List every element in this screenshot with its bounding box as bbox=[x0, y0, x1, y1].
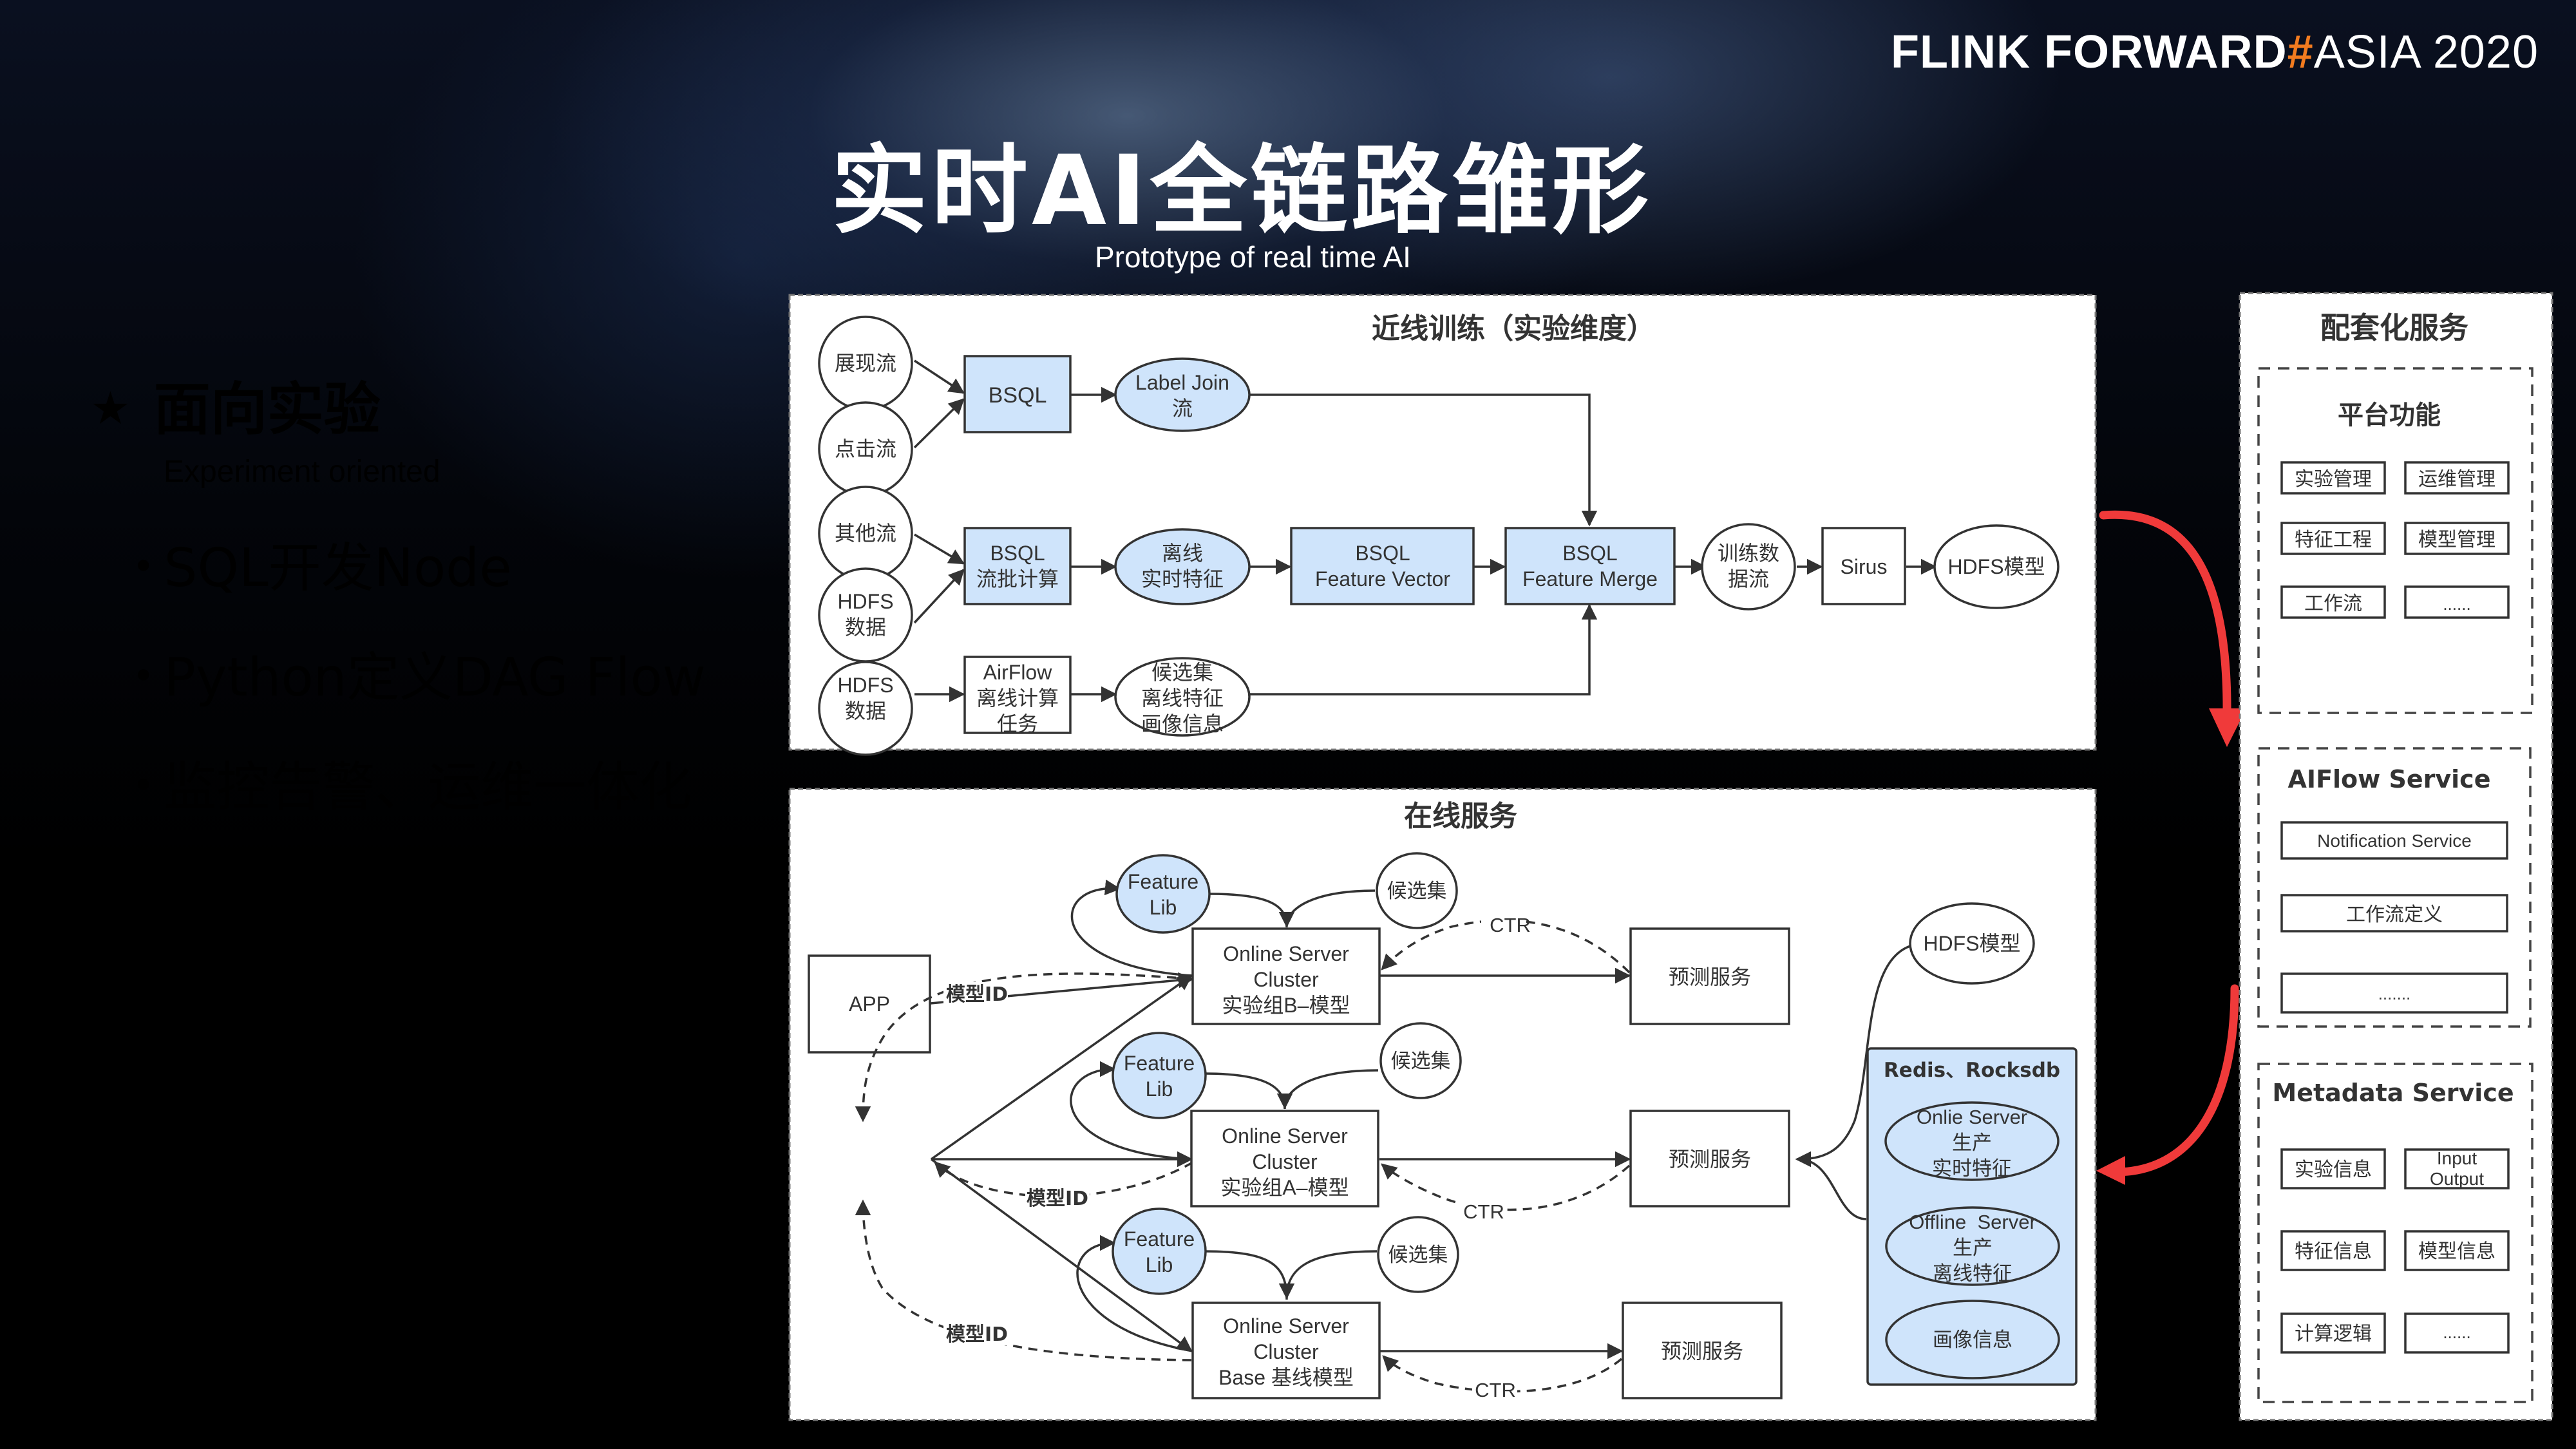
node-label: Feature bbox=[1124, 1052, 1195, 1075]
edge-candidate-cluster bbox=[1276, 1069, 1379, 1110]
item-label: 运维管理 bbox=[2418, 469, 2496, 490]
node-label: 实验组B–模型 bbox=[1222, 994, 1350, 1017]
item-label: 工作流 bbox=[2304, 593, 2362, 614]
item-label: 实验信息 bbox=[2295, 1159, 2372, 1180]
item-label: ....... bbox=[2378, 984, 2411, 1003]
node-label: HDFS模型 bbox=[1923, 932, 2020, 955]
node-label: 离线特征 bbox=[1933, 1262, 2012, 1285]
item-label: Output bbox=[2430, 1169, 2484, 1189]
edge-featurelib-cluster bbox=[1204, 1250, 1288, 1300]
node-label: 实时特征 bbox=[1932, 1157, 2012, 1180]
node-label: 画像信息 bbox=[1933, 1329, 2012, 1351]
node-label: Onlie Server bbox=[1917, 1106, 2027, 1128]
node-label: Cluster bbox=[1252, 1150, 1318, 1173]
ctr-label: CTR bbox=[1490, 914, 1531, 936]
node-label: 生产 bbox=[1952, 1132, 1992, 1154]
item-label: Notification Service bbox=[2317, 831, 2472, 851]
node-label: Offline Server bbox=[1909, 1211, 2036, 1233]
edge-featurelib-cluster bbox=[1204, 1072, 1286, 1110]
aiflow-title: AIFlow Service bbox=[2288, 765, 2491, 793]
node-label: 实验组A–模型 bbox=[1220, 1176, 1349, 1199]
model-id-label: 模型ID bbox=[946, 983, 1008, 1006]
model-id-label: 模型ID bbox=[946, 1323, 1008, 1346]
node-label: 预测服务 bbox=[1669, 1148, 1751, 1171]
node-label: Online Server bbox=[1223, 942, 1349, 965]
node-label: Base 基线模型 bbox=[1218, 1366, 1354, 1389]
red-arrow-left-head bbox=[2096, 1156, 2125, 1185]
metadata-title: Metadata Service bbox=[2272, 1079, 2514, 1107]
item-label: 模型信息 bbox=[2418, 1241, 2496, 1262]
node-label: Online Server bbox=[1222, 1124, 1348, 1148]
node-label: Online Server bbox=[1223, 1314, 1349, 1338]
node-label: 生产 bbox=[1953, 1236, 1993, 1259]
node-feature-lib-base bbox=[1112, 1208, 1207, 1295]
supporting-services-panel: 配套化服务 平台功能 实验管理 运维管理 特征工程 模型管理 工作流 .....… bbox=[2239, 292, 2553, 1421]
edge-storage-prediction bbox=[1797, 1158, 1867, 1220]
red-arrow-left bbox=[2111, 984, 2239, 1177]
node-label: 候选集 bbox=[1387, 880, 1447, 902]
item-label: 特征信息 bbox=[2295, 1241, 2372, 1262]
supporting-title: 配套化服务 bbox=[2320, 310, 2468, 345]
edge-candidate-cluster bbox=[1278, 1250, 1378, 1300]
node-label: Lib bbox=[1150, 896, 1177, 919]
node-label: 预测服务 bbox=[1661, 1340, 1743, 1363]
item-label: 工作流定义 bbox=[2346, 904, 2443, 925]
edge-featurelib-cluster bbox=[1209, 893, 1288, 928]
node-label: Feature bbox=[1124, 1227, 1195, 1251]
edge-candidate-cluster bbox=[1278, 889, 1376, 928]
node-label: 候选集 bbox=[1391, 1050, 1451, 1072]
flow-arrows bbox=[2099, 510, 2239, 1177]
node-feature-lib-b bbox=[1115, 854, 1211, 934]
storage-title: Redis、Rocksdb bbox=[1884, 1059, 2060, 1082]
item-label: 实验管理 bbox=[2295, 469, 2372, 490]
item-label: ...... bbox=[2443, 1323, 2470, 1342]
node-label: 候选集 bbox=[1388, 1244, 1448, 1266]
online-diagram: Feature Lib Feature Lib Feature Lib 候选集 … bbox=[855, 292, 2553, 1421]
node-label: Feature bbox=[1128, 870, 1198, 893]
item-label: 模型管理 bbox=[2418, 529, 2496, 551]
node-feature-lib-a bbox=[1112, 1032, 1207, 1119]
model-id-label: 模型ID bbox=[1027, 1188, 1088, 1210]
ctr-label: CTR bbox=[1475, 1379, 1516, 1401]
platform-title: 平台功能 bbox=[2338, 401, 2441, 430]
item-label: ...... bbox=[2443, 594, 2470, 614]
node-label: Cluster bbox=[1253, 968, 1319, 991]
node-label: Lib bbox=[1146, 1253, 1173, 1276]
ctr-label: CTR bbox=[1463, 1200, 1504, 1223]
item-label: Input bbox=[2437, 1148, 2477, 1168]
item-label: 计算逻辑 bbox=[2295, 1323, 2372, 1345]
red-arrow-down bbox=[2099, 510, 2231, 719]
item-label: 特征工程 bbox=[2295, 529, 2372, 551]
node-label: Cluster bbox=[1253, 1340, 1319, 1363]
node-label: 预测服务 bbox=[1669, 965, 1751, 989]
node-label: Lib bbox=[1146, 1077, 1173, 1101]
